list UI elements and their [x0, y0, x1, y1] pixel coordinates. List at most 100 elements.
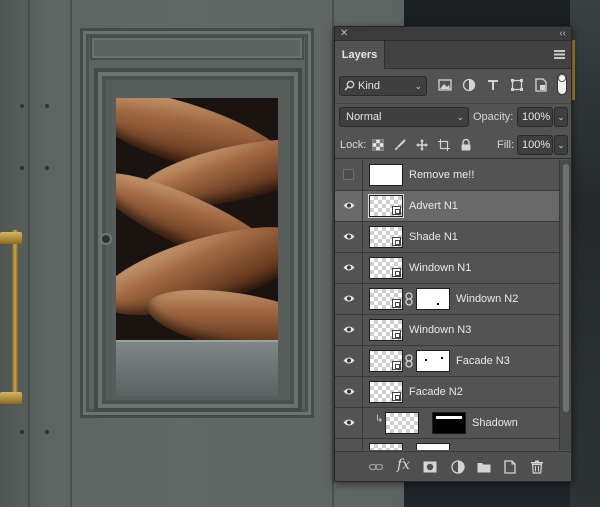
- door-plank-line: [28, 0, 30, 507]
- eye-icon[interactable]: [343, 201, 355, 210]
- visibility-toggle[interactable]: [335, 222, 363, 252]
- link-layers-icon[interactable]: [369, 460, 383, 474]
- layer-row-windown-n2[interactable]: Windown N2: [335, 284, 559, 315]
- mask-speck: [441, 357, 443, 359]
- layer-row-shadown[interactable]: ↳ Shadown: [335, 408, 559, 439]
- mask-link-icon[interactable]: [405, 354, 413, 368]
- fill-label: Fill:: [497, 139, 515, 151]
- layer-row-partial[interactable]: [335, 439, 559, 450]
- adjustment-filter-icon[interactable]: [462, 78, 476, 92]
- layer-mask-thumbnail[interactable]: [416, 288, 450, 310]
- filter-toggle-switch[interactable]: [557, 73, 567, 95]
- mask-link-icon[interactable]: [405, 292, 413, 306]
- door-handle: [0, 232, 22, 244]
- smart-object-filter-icon[interactable]: [534, 78, 548, 92]
- blend-mode-select[interactable]: Normal ⌄: [339, 107, 469, 127]
- eye-icon[interactable]: [343, 294, 355, 303]
- rivet: [20, 104, 24, 108]
- fill-field[interactable]: 100%: [517, 135, 553, 155]
- layer-name: Facade N3: [456, 355, 510, 367]
- rivet: [20, 430, 24, 434]
- shape-filter-icon[interactable]: [510, 78, 524, 92]
- layer-name: Windown N3: [409, 324, 472, 336]
- layer-name: Shade N1: [409, 231, 458, 243]
- eye-icon[interactable]: [343, 418, 355, 427]
- layer-row-advert-n1[interactable]: Advert N1: [335, 191, 559, 222]
- panel-tabbar: Layers: [335, 41, 571, 69]
- opacity-field[interactable]: 100%: [517, 107, 553, 127]
- lock-all-icon[interactable]: [460, 139, 472, 151]
- lock-transparent-pixels-icon[interactable]: [372, 139, 384, 151]
- lock-row: Lock: Fill: 100% ⌄: [335, 131, 571, 159]
- trash-icon[interactable]: [530, 460, 544, 474]
- gold-trim: [572, 40, 575, 100]
- smart-object-badge-icon: [392, 268, 401, 277]
- eye-icon[interactable]: [343, 356, 355, 365]
- image-filter-icon[interactable]: [438, 78, 452, 92]
- close-icon[interactable]: ✕: [340, 27, 348, 41]
- layer-name: Advert N1: [409, 200, 458, 212]
- lock-image-pixels-icon[interactable]: [394, 139, 406, 151]
- layer-thumbnail: [369, 164, 403, 186]
- layer-name: Shadown: [472, 417, 518, 429]
- layer-mask-thumbnail[interactable]: [416, 443, 450, 450]
- add-mask-icon[interactable]: [423, 460, 437, 474]
- group-folder-icon[interactable]: [477, 460, 491, 474]
- fill-dropdown-button[interactable]: ⌄: [554, 135, 568, 155]
- visibility-toggle[interactable]: [335, 160, 363, 190]
- opacity-label: Opacity:: [473, 111, 514, 123]
- eye-icon[interactable]: [343, 387, 355, 396]
- layer-row-facade-n2[interactable]: Facade N2: [335, 377, 559, 408]
- smart-object-badge-icon: [392, 237, 401, 246]
- layer-list-scrollbar[interactable]: [559, 160, 571, 450]
- eye-icon[interactable]: [343, 449, 355, 450]
- visibility-toggle[interactable]: [335, 253, 363, 283]
- clipping-mask-arrow-icon: ↳: [375, 414, 384, 425]
- hidden-visibility-box[interactable]: [343, 169, 354, 180]
- layer-row-facade-n3[interactable]: Facade N3: [335, 346, 559, 377]
- scrollbar-thumb[interactable]: [563, 164, 569, 412]
- adjustment-layer-icon[interactable]: [451, 460, 465, 474]
- panel-titlebar: ✕ ‹‹: [335, 27, 571, 41]
- visibility-toggle[interactable]: [335, 315, 363, 345]
- eye-icon[interactable]: [343, 263, 355, 272]
- visibility-toggle[interactable]: [335, 408, 363, 438]
- visibility-toggle[interactable]: [335, 377, 363, 407]
- layer-row-shade-n1[interactable]: Shade N1: [335, 222, 559, 253]
- layer-name: Facade N2: [409, 386, 463, 398]
- door-handle: [0, 392, 22, 404]
- visibility-toggle[interactable]: [335, 191, 363, 221]
- lock-label: Lock:: [340, 139, 367, 151]
- panel-menu-icon[interactable]: [554, 50, 565, 59]
- layers-panel: ✕ ‹‹ Layers Kind ⌄ Normal ⌄ Opacity: 100…: [334, 26, 572, 482]
- layer-thumbnail: [369, 195, 403, 217]
- lock-artboard-icon[interactable]: [438, 139, 450, 151]
- search-icon: [344, 80, 355, 91]
- eye-icon[interactable]: [343, 232, 355, 241]
- layer-mask-thumbnail[interactable]: [432, 412, 466, 434]
- lock-position-icon[interactable]: [416, 139, 428, 151]
- layer-row-windown-n1[interactable]: Windown N1: [335, 253, 559, 284]
- opacity-dropdown-button[interactable]: ⌄: [554, 107, 568, 127]
- window-frame-top-panel: [90, 36, 304, 60]
- layer-mask-thumbnail[interactable]: [416, 350, 450, 372]
- collapse-icon[interactable]: ‹‹: [559, 27, 566, 41]
- eye-icon[interactable]: [343, 325, 355, 334]
- layer-name: Remove me!!: [409, 169, 475, 181]
- door-handle-bar: [12, 230, 18, 400]
- layer-row-remove-me[interactable]: Remove me!!: [335, 160, 559, 191]
- layer-thumbnail: [369, 319, 403, 341]
- layer-name: Windown N1: [409, 262, 472, 274]
- layer-row-windown-n3[interactable]: Windown N3: [335, 315, 559, 346]
- visibility-toggle[interactable]: [335, 439, 363, 450]
- rivet: [45, 104, 49, 108]
- fx-icon[interactable]: fx: [397, 457, 410, 473]
- filter-kind-select[interactable]: Kind ⌄: [339, 76, 427, 96]
- tab-layers[interactable]: Layers: [335, 41, 385, 69]
- visibility-toggle[interactable]: [335, 284, 363, 314]
- mask-speck: [425, 359, 427, 361]
- window-glass-lower: [116, 340, 278, 396]
- new-layer-icon[interactable]: [503, 460, 517, 474]
- visibility-toggle[interactable]: [335, 346, 363, 376]
- type-filter-icon[interactable]: [486, 78, 500, 92]
